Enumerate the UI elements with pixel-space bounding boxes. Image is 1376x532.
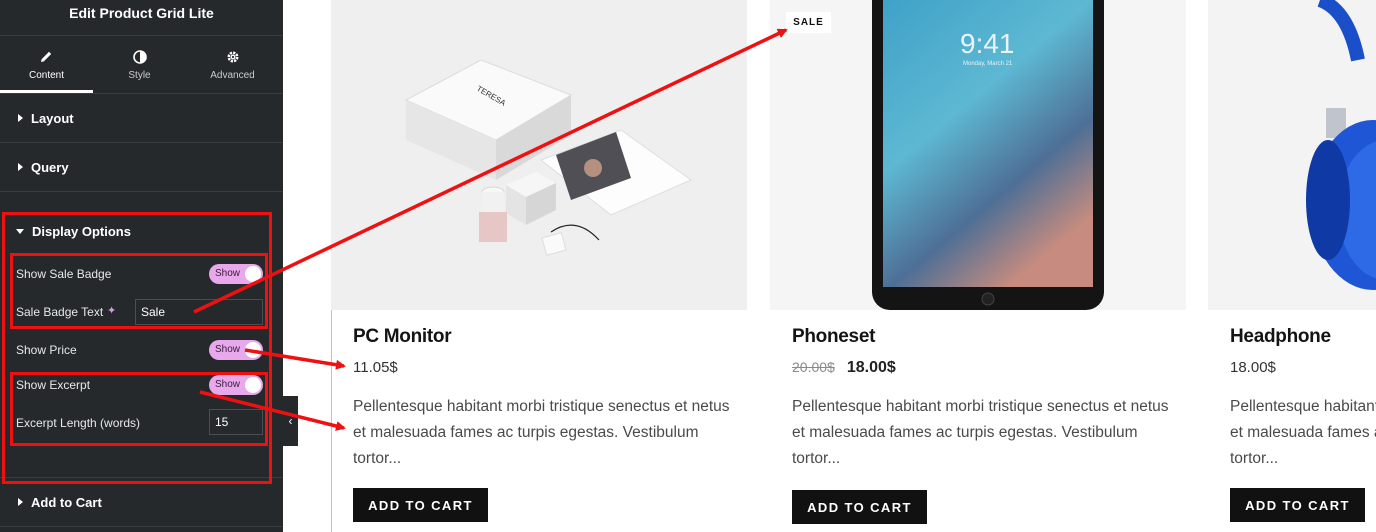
product-title[interactable]: PC Monitor bbox=[353, 326, 452, 348]
sale-price: 18.00$ bbox=[846, 359, 896, 376]
screen-date: Monday, March 21 bbox=[963, 61, 1013, 67]
section-query[interactable]: Query bbox=[0, 143, 283, 192]
product-card: 9:41 Monday, March 21 SALE Phoneset 20.0… bbox=[770, 0, 1186, 532]
section-label: Query bbox=[31, 159, 69, 175]
pencil-icon bbox=[39, 49, 55, 65]
product-title[interactable]: Phoneset bbox=[792, 326, 875, 348]
add-to-cart-button[interactable]: ADD TO CART bbox=[353, 488, 488, 522]
tab-advanced[interactable]: Advanced bbox=[186, 36, 279, 93]
panel-title: Edit Product Grid Lite bbox=[0, 0, 283, 36]
tab-label: Advanced bbox=[210, 69, 255, 81]
product-card: Headphone 18.00$ Pellentesque habitant m… bbox=[1208, 0, 1376, 532]
product-excerpt: Pellentesque habitant morbi tristique se… bbox=[353, 398, 730, 467]
annotation-box-excerpt bbox=[10, 372, 268, 446]
packaging-illustration: TERESA bbox=[331, 0, 747, 310]
headphone-illustration bbox=[1208, 0, 1376, 310]
price-value: 18.00$ bbox=[1230, 359, 1276, 376]
product-title[interactable]: Headphone bbox=[1230, 326, 1331, 348]
product-price: 18.00$ bbox=[1230, 359, 1276, 376]
product-image[interactable]: 9:41 Monday, March 21 SALE bbox=[770, 0, 1186, 310]
product-image[interactable] bbox=[1208, 0, 1376, 310]
tab-label: Style bbox=[128, 69, 151, 81]
product-excerpt: Pellentesque habitant morbi tristique se… bbox=[1230, 398, 1376, 467]
caret-right-icon bbox=[18, 114, 23, 122]
product-price: 20.00$ 18.00$ bbox=[792, 359, 896, 377]
editor-screen: Edit Product Grid Lite Content Style Adv… bbox=[0, 0, 1376, 532]
panel-tabs: Content Style Advanced bbox=[0, 36, 283, 94]
caret-right-icon bbox=[18, 163, 23, 171]
product-excerpt: Pellentesque habitant morbi tristique se… bbox=[792, 398, 1169, 467]
section-layout[interactable]: Layout bbox=[0, 94, 283, 143]
tab-label: Content bbox=[28, 69, 65, 81]
screen-clock: 9:41 bbox=[960, 28, 1015, 59]
contrast-icon bbox=[132, 49, 148, 65]
section-label: Add to Cart bbox=[31, 494, 102, 510]
price-value: 11.05$ bbox=[353, 359, 398, 376]
section-add-to-cart[interactable]: Add to Cart bbox=[0, 478, 283, 527]
product-card: TERESA PC Monitor 11.05$ Pellentesque ha… bbox=[331, 0, 747, 532]
tab-style[interactable]: Style bbox=[93, 36, 186, 93]
annotation-box-sale-badge bbox=[10, 253, 268, 329]
section-label: Layout bbox=[31, 110, 74, 126]
product-price: 11.05$ bbox=[353, 359, 398, 376]
gear-icon bbox=[225, 49, 241, 65]
sale-badge: SALE bbox=[786, 12, 831, 33]
add-to-cart-button[interactable]: ADD TO CART bbox=[792, 490, 927, 524]
regular-price: 20.00$ bbox=[792, 359, 835, 375]
add-to-cart-button[interactable]: ADD TO CART bbox=[1230, 488, 1365, 522]
collapse-panel-handle[interactable]: ‹ bbox=[283, 396, 298, 446]
caret-right-icon bbox=[18, 498, 23, 506]
tab-content[interactable]: Content bbox=[0, 36, 93, 93]
product-image[interactable]: TERESA bbox=[331, 0, 747, 310]
